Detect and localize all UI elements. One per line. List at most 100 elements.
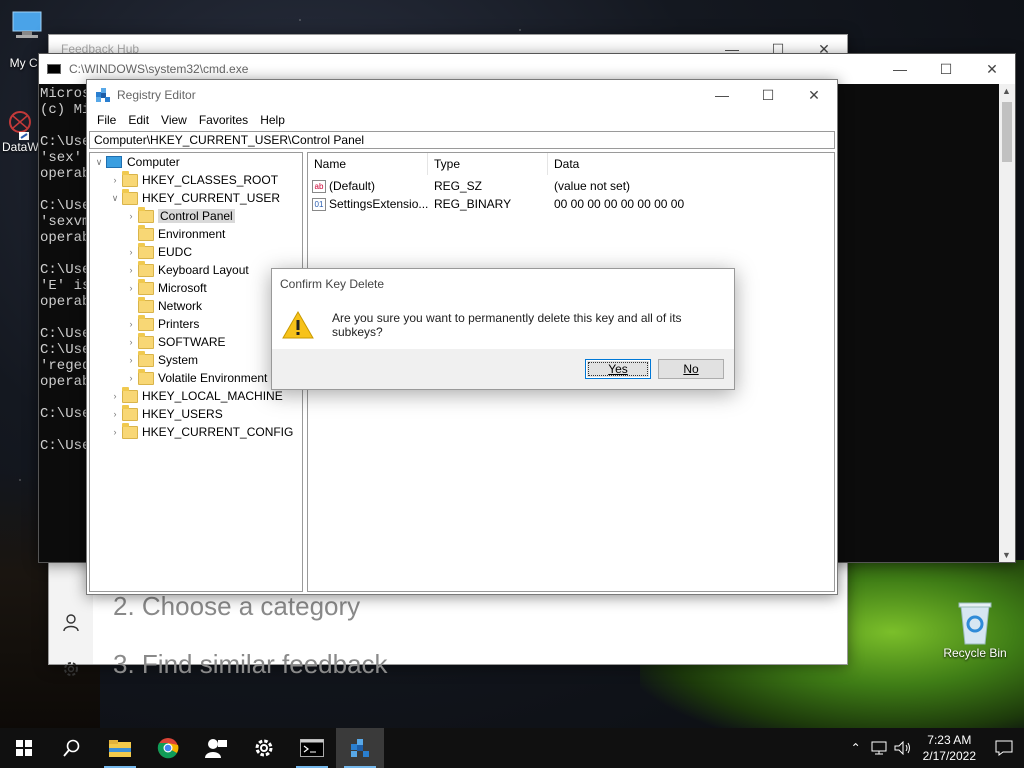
recycle-bin-icon <box>955 600 995 646</box>
menu-file[interactable]: File <box>91 113 122 127</box>
tree-node-control-panel[interactable]: › Control Panel <box>124 206 235 225</box>
tree-node-software[interactable]: › SOFTWARE <box>124 332 226 351</box>
menu-view[interactable]: View <box>155 113 193 127</box>
expand-icon[interactable]: › <box>124 283 138 293</box>
tree-node-label: Printers <box>158 317 200 331</box>
start-button[interactable] <box>0 728 48 768</box>
scroll-up-icon[interactable]: ▲ <box>1002 86 1011 96</box>
column-header-data[interactable]: Data <box>548 153 834 175</box>
column-header-name[interactable]: Name <box>308 153 428 175</box>
address-bar[interactable]: Computer\HKEY_CURRENT_USER\Control Panel <box>89 131 835 149</box>
expand-icon[interactable]: › <box>124 319 138 329</box>
taskbar-clock[interactable]: 7:23 AM 2/17/2022 <box>915 732 984 764</box>
folder-icon <box>122 188 138 205</box>
volume-button[interactable] <box>891 728 915 768</box>
value-row[interactable]: 01 SettingsExtensio... <box>312 195 428 213</box>
regedit-menubar: File Edit View Favorites Help <box>87 110 837 130</box>
tree-node-hkcr[interactable]: › HKEY_CLASSES_ROOT <box>108 170 278 189</box>
desktop-icon-datawrangler[interactable]: DataW <box>2 108 39 154</box>
tree-node-keyboard-layout[interactable]: › Keyboard Layout <box>124 260 249 279</box>
confirm-key-delete-dialog[interactable]: Confirm Key Delete Are you sure you want… <box>271 268 735 390</box>
expand-icon[interactable]: › <box>124 211 138 221</box>
network-button[interactable] <box>867 728 891 768</box>
tree-node-hkcu[interactable]: ∨ HKEY_CURRENT_USER <box>108 188 281 207</box>
expand-icon[interactable]: › <box>124 265 138 275</box>
tree-node-label: Network <box>158 299 203 313</box>
cmd-scrollbar[interactable]: ▲ ▼ <box>999 84 1015 562</box>
tree-node-printers[interactable]: › Printers <box>124 314 200 333</box>
file-explorer-button[interactable] <box>96 728 144 768</box>
menu-favorites[interactable]: Favorites <box>193 113 254 127</box>
expand-icon[interactable]: › <box>108 175 122 185</box>
tree-node-volatile-environment[interactable]: › Volatile Environment <box>124 368 267 387</box>
yes-button[interactable]: Yes <box>585 359 651 379</box>
value-type: REG_BINARY <box>434 197 512 211</box>
tree-node-label: HKEY_CURRENT_USER <box>142 191 281 205</box>
tree-node-environment[interactable]: Environment <box>124 224 226 243</box>
tree-node-label: Environment <box>158 227 226 241</box>
folder-icon <box>138 260 154 277</box>
chrome-icon <box>157 738 179 759</box>
folder-icon <box>138 278 154 295</box>
settings-button[interactable] <box>240 728 288 768</box>
expand-icon[interactable]: › <box>124 355 138 365</box>
maximize-button[interactable]: ☐ <box>745 80 791 110</box>
minimize-button[interactable]: — <box>877 54 923 84</box>
regedit-taskbar-button[interactable] <box>336 728 384 768</box>
tree-node-eudc[interactable]: › EUDC <box>124 242 192 261</box>
folder-icon <box>138 350 154 367</box>
folder-icon <box>122 422 138 439</box>
close-button[interactable]: ✕ <box>791 80 837 110</box>
menu-help[interactable]: Help <box>254 113 291 127</box>
expand-icon[interactable]: › <box>124 247 138 257</box>
tree-node-hkcc[interactable]: › HKEY_CURRENT_CONFIG <box>108 422 293 441</box>
start-icon <box>16 740 32 756</box>
minimize-button[interactable]: — <box>699 80 745 110</box>
tree-node-hklm[interactable]: › HKEY_LOCAL_MACHINE <box>108 386 283 405</box>
regedit-titlebar[interactable]: Registry Editor — ☐ ✕ <box>87 80 837 110</box>
collapse-icon[interactable]: ∨ <box>92 157 106 168</box>
network-icon <box>871 741 887 755</box>
scroll-down-icon[interactable]: ▼ <box>1002 550 1011 560</box>
cmd-icon <box>47 64 61 74</box>
folder-icon <box>138 332 154 349</box>
maximize-button[interactable]: ☐ <box>923 54 969 84</box>
expand-icon[interactable]: › <box>124 337 138 347</box>
show-hidden-icons-button[interactable]: ⌃ <box>845 728 867 768</box>
feedback-step-category: 2. Choose a category <box>113 591 361 621</box>
collapse-icon[interactable]: ∨ <box>108 193 122 204</box>
tree-node-system[interactable]: › System <box>124 350 198 369</box>
folder-icon <box>122 170 138 187</box>
search-button[interactable] <box>48 728 96 768</box>
value-row[interactable]: ab (Default) <box>312 177 375 195</box>
no-button[interactable]: No <box>658 359 724 379</box>
scrollbar-thumb[interactable] <box>1002 102 1012 162</box>
clock-date: 2/17/2022 <box>922 749 976 763</box>
desktop-icon-recycle-bin[interactable]: Recycle Bin <box>940 600 1010 660</box>
tree-node-label: Microsoft <box>158 281 207 295</box>
action-center-button[interactable] <box>984 728 1024 768</box>
tree-node-network[interactable]: Network <box>124 296 203 315</box>
menu-edit[interactable]: Edit <box>122 113 155 127</box>
gear-icon[interactable] <box>61 659 81 679</box>
expand-icon[interactable]: › <box>108 409 122 419</box>
settings-icon <box>255 739 273 757</box>
expand-icon[interactable]: › <box>124 373 138 383</box>
cmd-taskbar-button[interactable] <box>288 728 336 768</box>
search-icon <box>63 739 80 757</box>
tree-node-computer[interactable]: ∨ Computer <box>92 153 180 171</box>
close-button[interactable]: ✕ <box>969 54 1015 84</box>
column-header-type[interactable]: Type <box>428 153 548 175</box>
expand-icon[interactable]: › <box>108 427 122 437</box>
window-title: Registry Editor <box>117 88 196 102</box>
people-button[interactable] <box>192 728 240 768</box>
cmd-icon <box>300 739 324 757</box>
expand-icon[interactable]: › <box>108 391 122 401</box>
person-icon[interactable] <box>61 613 81 633</box>
window-title: C:\WINDOWS\system32\cmd.exe <box>69 62 249 76</box>
tree-node-hku[interactable]: › HKEY_USERS <box>108 404 223 423</box>
tree-node-microsoft[interactable]: › Microsoft <box>124 278 207 297</box>
chrome-button[interactable] <box>144 728 192 768</box>
folder-icon <box>138 242 154 259</box>
folder-icon <box>138 296 154 313</box>
